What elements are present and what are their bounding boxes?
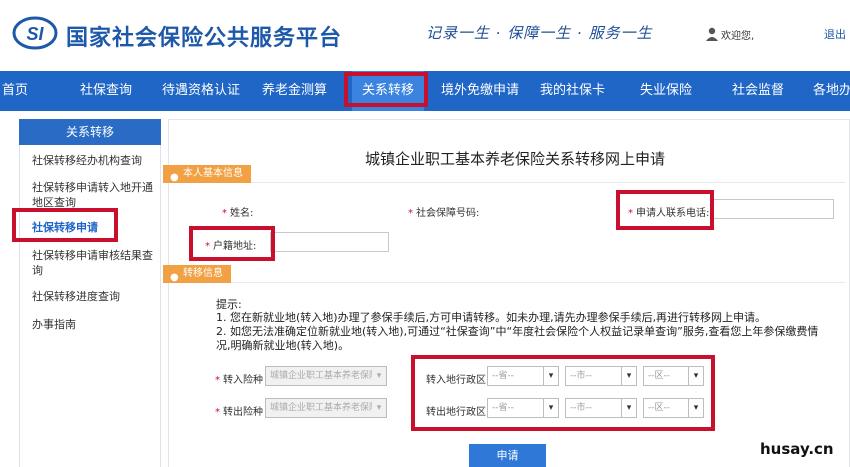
tag-dot-icon: ● xyxy=(170,172,179,183)
site-logo[interactable]: SI xyxy=(12,15,58,51)
section-tag-transfer-label: 转移信息 xyxy=(183,268,223,279)
nav-item-overseas-exemption[interactable]: 境外免缴申请 xyxy=(441,71,519,111)
transfer-out-type-select: 城镇企业职工基本养老保险 ▾ xyxy=(265,398,387,418)
section-divider xyxy=(163,182,845,183)
nav-highlight-box xyxy=(344,72,428,107)
region-highlight-box xyxy=(411,355,715,431)
nav-item-supervision[interactable]: 社会监督 xyxy=(732,71,784,111)
slogan: 记录一生 · 保障一生 · 服务一生 xyxy=(426,24,653,42)
name-label-text: 姓名: xyxy=(230,208,254,219)
form-title: 城镇企业职工基本养老保险关系转移网上申请 xyxy=(365,150,666,168)
address-input[interactable] xyxy=(270,232,389,252)
section-tag-transfer: ● 转移信息 xyxy=(163,265,231,283)
apply-button[interactable]: 申请 xyxy=(469,444,546,467)
section-tag-personal: ● 本人基本信息 xyxy=(163,165,251,183)
ssn-label: * 社会保障号码: xyxy=(408,208,480,219)
phone-input[interactable] xyxy=(713,199,834,219)
nav-item-local-offices[interactable]: 各地办 xyxy=(813,71,850,111)
transfer-out-type-label: * 转出险种 xyxy=(215,407,263,418)
sidebar-title: 关系转移 xyxy=(19,119,161,145)
nav-item-pension-calculator[interactable]: 养老金测算 xyxy=(262,71,327,111)
chevron-down-icon: ▾ xyxy=(372,399,386,417)
name-label: * 姓名: xyxy=(222,208,254,219)
ssn-label-text: 社会保障号码: xyxy=(416,208,480,219)
transfer-in-type-label: * 转入险种 xyxy=(215,375,263,386)
phone-highlight-box xyxy=(616,190,714,230)
section-divider xyxy=(163,282,845,283)
transfer-in-type-label-text: 转入险种 xyxy=(223,375,263,386)
tip-line-3: 况,明确新就业地(转入地)。 xyxy=(216,339,350,352)
logout-link[interactable]: 退出 xyxy=(824,26,846,42)
section-tag-personal-label: 本人基本信息 xyxy=(183,168,243,179)
transfer-out-type-label-text: 转出险种 xyxy=(223,407,263,418)
nav-item-qualification-auth[interactable]: 待遇资格认证 xyxy=(162,71,240,111)
nav-item-my-card[interactable]: 我的社保卡 xyxy=(540,71,605,111)
chevron-down-icon: ▾ xyxy=(372,367,386,385)
sidebar-item-progress-query[interactable]: 社保转移进度查询 xyxy=(32,289,157,304)
nav-item-unemployment[interactable]: 失业保险 xyxy=(640,71,692,111)
user-icon xyxy=(706,26,718,41)
transfer-in-type-select: 城镇企业职工基本养老保险 ▾ xyxy=(265,366,387,386)
sidebar-item-review-result[interactable]: 社保转移申请审核结果查询 xyxy=(32,248,154,278)
watermark: husay.cn xyxy=(760,440,834,458)
nav-item-social-security-query[interactable]: 社保查询 xyxy=(80,71,132,111)
welcome-text: 欢迎您, xyxy=(721,31,755,42)
sidebar-highlight-box xyxy=(12,208,118,242)
transfer-out-type-value: 城镇企业职工基本养老保险 xyxy=(270,403,379,413)
sidebar-item-guide[interactable]: 办事指南 xyxy=(32,317,157,332)
site-title: 国家社会保险公共服务平台 xyxy=(66,26,343,51)
tag-dot-icon: ● xyxy=(170,272,179,283)
sidebar-item-region-query[interactable]: 社保转移申请转入地开通地区查询 xyxy=(32,180,154,210)
sidebar-item-office-query[interactable]: 社保转移经办机构查询 xyxy=(32,153,157,168)
svg-text:SI: SI xyxy=(26,24,44,44)
transfer-in-type-value: 城镇企业职工基本养老保险 xyxy=(270,371,379,381)
address-highlight-box xyxy=(189,226,275,261)
nav-item-home[interactable]: 首页 xyxy=(2,71,28,111)
